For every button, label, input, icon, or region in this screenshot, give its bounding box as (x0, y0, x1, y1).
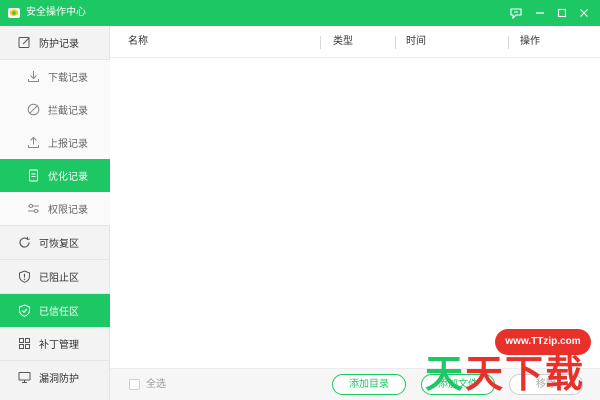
edit-icon (18, 36, 31, 49)
download-icon (27, 70, 40, 83)
refresh-icon (18, 236, 31, 249)
column-divider (508, 36, 509, 49)
sidebar-item-permission-records[interactable]: 权限记录 (0, 192, 110, 225)
sidebar-item-label: 上报记录 (48, 139, 88, 150)
feedback-icon[interactable] (508, 5, 524, 21)
column-divider (320, 36, 321, 49)
upload-icon (27, 136, 40, 149)
sidebar-item-label: 防护记录 (39, 39, 79, 50)
table-header: 名称 类型 时间 操作 (110, 26, 600, 58)
column-header-time[interactable]: 时间 (406, 26, 426, 58)
sidebar-item-download-records[interactable]: 下载记录 (0, 60, 110, 93)
sidebar-item-blocked-area[interactable]: 已阻止区 (0, 260, 110, 293)
app-logo-icon (7, 6, 21, 20)
add-directory-button[interactable]: 添加目录 (332, 374, 406, 395)
block-icon (27, 103, 40, 116)
sidebar-item-label: 可恢复区 (39, 239, 79, 250)
sidebar-item-recoverable-area[interactable]: 可恢复区 (0, 226, 110, 259)
column-header-name[interactable]: 名称 (128, 26, 148, 58)
sidebar-item-label: 优化记录 (48, 172, 88, 183)
close-icon[interactable] (576, 5, 592, 21)
sidebar-item-vulnerability-protection[interactable]: 漏洞防护 (0, 361, 110, 394)
sidebar-item-label: 补丁管理 (39, 340, 79, 351)
document-icon (27, 169, 40, 182)
select-all-checkbox[interactable] (129, 379, 140, 390)
minimize-icon[interactable] (532, 5, 548, 21)
sidebar-item-label: 拦截记录 (48, 106, 88, 117)
sidebar-item-intercept-records[interactable]: 拦截记录 (0, 93, 110, 126)
sidebar-item-label: 已信任区 (39, 307, 79, 318)
table-body (110, 58, 600, 368)
window-title: 安全操作中心 (26, 7, 86, 18)
title-bar: 安全操作中心 (0, 0, 600, 26)
sliders-icon (27, 202, 40, 215)
sidebar-item-label: 下载记录 (48, 73, 88, 84)
column-header-type[interactable]: 类型 (333, 26, 353, 58)
grid-icon (18, 337, 31, 350)
watermark-char: 载 (545, 352, 586, 396)
app-window: 安全操作中心 防护记录 下载记录 拦截记录 上报记录 优化记录 权限记录 可恢复… (0, 0, 600, 400)
sidebar-item-label: 权限记录 (48, 205, 88, 216)
shield-check-icon (18, 304, 31, 317)
watermark: www.TTzip.com 天天下载 (425, 323, 600, 400)
select-all-label: 全选 (146, 379, 166, 390)
sidebar-item-protection-records[interactable]: 防护记录 (0, 26, 110, 59)
sidebar-item-label: 已阻止区 (39, 273, 79, 284)
watermark-char: 天 (425, 352, 466, 396)
sidebar-item-trusted-area[interactable]: 已信任区 (0, 294, 110, 327)
column-divider (395, 36, 396, 49)
watermark-logo: 天天下载 (425, 349, 600, 400)
sidebar-item-optimization-records[interactable]: 优化记录 (0, 159, 110, 192)
sidebar-item-label: 漏洞防护 (39, 374, 79, 385)
monitor-icon (18, 371, 31, 384)
sidebar: 防护记录 下载记录 拦截记录 上报记录 优化记录 权限记录 可恢复区 已阻止区 … (0, 26, 110, 400)
sidebar-item-report-records[interactable]: 上报记录 (0, 126, 110, 159)
sidebar-item-patch-management[interactable]: 补丁管理 (0, 327, 110, 360)
maximize-icon[interactable] (554, 5, 570, 21)
shield-alert-icon (18, 270, 31, 283)
watermark-char: 天 (465, 352, 506, 396)
watermark-char: 下 (505, 352, 546, 396)
column-header-action[interactable]: 操作 (520, 26, 540, 58)
